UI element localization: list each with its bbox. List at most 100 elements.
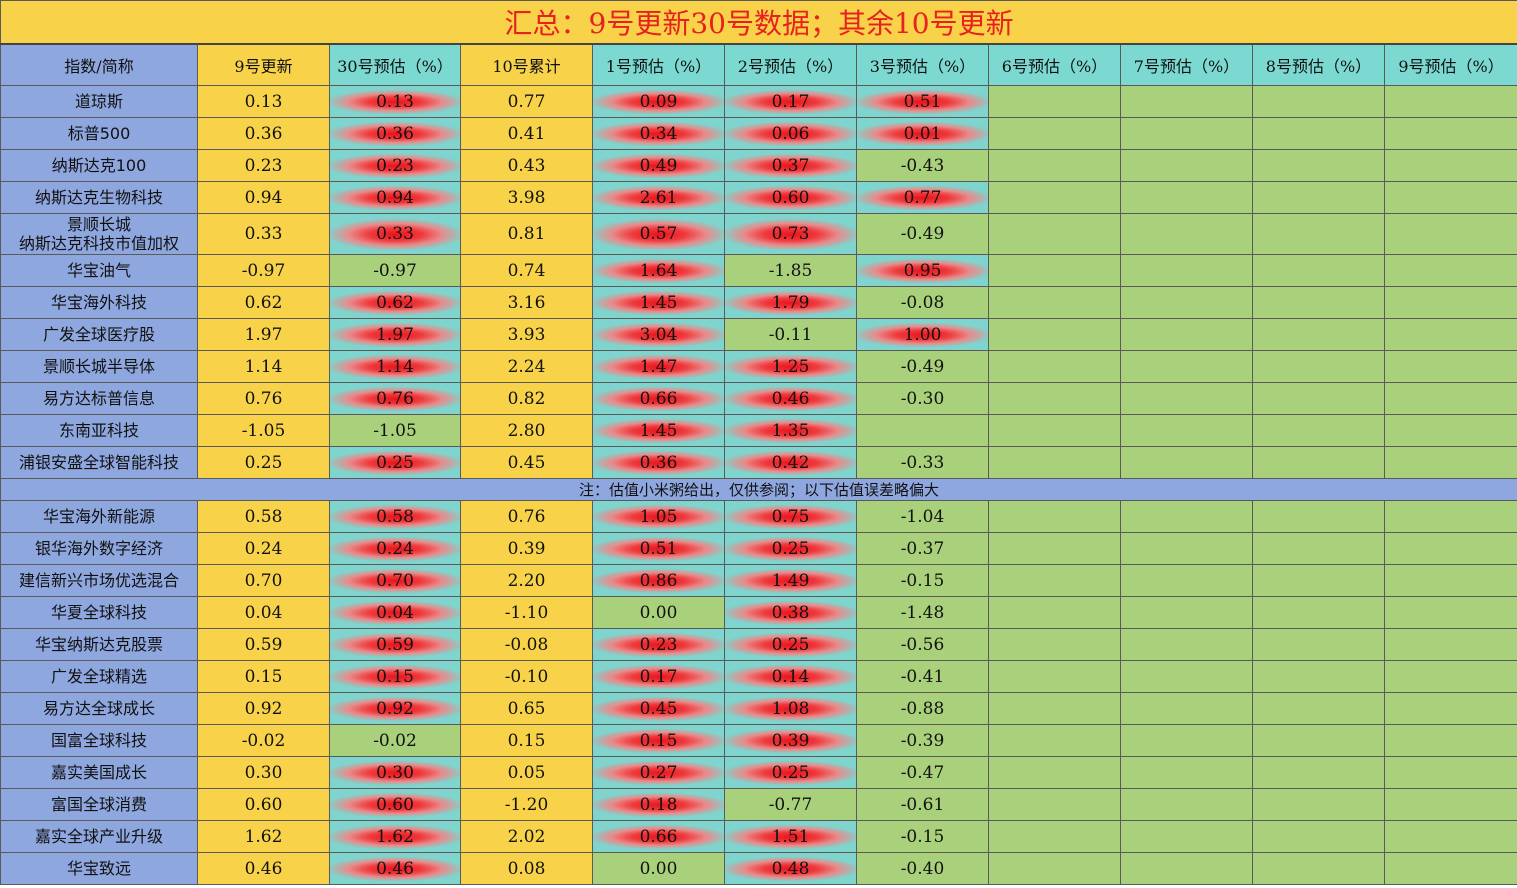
cell-6-estimate [988,117,1121,150]
table-row: 浦银安盛全球智能科技 0.25 0.25 0.45 0.36 0.42 -0.33 [0,446,1517,479]
cell-1-estimate: 0.00 [592,596,725,629]
cell-8-estimate [1252,564,1385,597]
cell-7-estimate [1120,724,1253,757]
table-row: 国富全球科技 -0.02 -0.02 0.15 0.15 0.39 -0.39 [0,724,1517,757]
cell-2-estimate: 0.17 [724,85,857,118]
cell-2-estimate: 1.35 [724,414,857,447]
cell-1-estimate: 2.61 [592,181,725,214]
cell-6-estimate [988,149,1121,182]
table-row: 景顺长城 纳斯达克科技市值加权 0.33 0.33 0.81 0.57 0.73 -0.49 [0,213,1517,255]
cell-3-estimate: 1.00 [856,318,989,351]
fund-name: 标普500 [0,117,198,150]
cell-8-estimate [1252,85,1385,118]
cell-1-estimate: 0.36 [592,446,725,479]
cell-6-estimate [988,564,1121,597]
table-row: 华宝海外科技 0.62 0.62 3.16 1.45 1.79 -0.08 [0,286,1517,319]
cell-10-cumulative: 2.02 [460,820,593,853]
cell-2-estimate: 0.25 [724,756,857,789]
cell-9-update: 0.70 [197,564,330,597]
fund-name: 道琼斯 [0,85,198,118]
cell-30-estimate: 0.13 [329,85,461,118]
cell-8-estimate [1252,382,1385,415]
cell-30-estimate: 1.14 [329,350,461,383]
note-text: 注：估值小米粥给出，仅供参阅；以下估值误差略偏大 [0,478,1517,501]
cell-3-estimate: -0.15 [856,820,989,853]
cell-9-update: 0.30 [197,756,330,789]
cell-6-estimate [988,820,1121,853]
cell-10-cumulative: 3.93 [460,318,593,351]
cell-3-estimate: 0.95 [856,254,989,287]
cell-9-estimate [1383,286,1517,319]
cell-2-estimate: -0.11 [724,318,857,351]
cell-30-estimate: -0.97 [329,254,461,287]
cell-30-estimate: 0.59 [329,628,461,661]
cell-9-estimate [1383,660,1517,693]
cell-6-estimate [988,660,1121,693]
cell-9-estimate [1383,500,1517,533]
cell-30-estimate: 0.23 [329,149,461,182]
cell-10-cumulative: 0.05 [460,756,593,789]
cell-8-estimate [1252,318,1385,351]
cell-1-estimate: 1.45 [592,414,725,447]
cell-9-estimate [1383,820,1517,853]
cell-30-estimate: 0.36 [329,117,461,150]
cell-9-estimate [1383,350,1517,383]
cell-7-estimate [1120,692,1253,725]
cell-9-estimate [1383,532,1517,565]
header-1-estimate: 1号预估（%） [592,43,725,86]
cell-7-estimate [1120,820,1253,853]
cell-2-estimate: 0.25 [724,532,857,565]
cell-2-estimate: 0.39 [724,724,857,757]
cell-6-estimate [988,350,1121,383]
cell-6-estimate [988,254,1121,287]
table-row: 华宝致远 0.46 0.46 0.08 0.00 0.48 -0.40 [0,852,1517,885]
cell-30-estimate: 1.97 [329,318,461,351]
table-row: 华夏全球科技 0.04 0.04 -1.10 0.00 0.38 -1.48 [0,596,1517,629]
cell-7-estimate [1120,213,1253,255]
cell-1-estimate: 0.23 [592,628,725,661]
cell-7-estimate [1120,286,1253,319]
table-row: 华宝油气 -0.97 -0.97 0.74 1.64 -1.85 0.95 [0,254,1517,287]
cell-9-update: 0.13 [197,85,330,118]
cell-7-estimate [1120,85,1253,118]
fund-name: 嘉实美国成长 [0,756,198,789]
cell-30-estimate: 0.92 [329,692,461,725]
cell-30-estimate: -1.05 [329,414,461,447]
table-row: 东南亚科技 -1.05 -1.05 2.80 1.45 1.35 [0,414,1517,447]
cell-8-estimate [1252,724,1385,757]
cell-10-cumulative: 2.80 [460,414,593,447]
cell-9-estimate [1383,628,1517,661]
cell-10-cumulative: 0.74 [460,254,593,287]
cell-9-update: -1.05 [197,414,330,447]
cell-3-estimate: -0.61 [856,788,989,821]
cell-9-estimate [1383,446,1517,479]
cell-9-estimate [1383,414,1517,447]
fund-name: 易方达标普信息 [0,382,198,415]
cell-30-estimate: 0.04 [329,596,461,629]
header-9-estimate: 9号预估（%） [1383,43,1517,86]
cell-6-estimate [988,500,1121,533]
cell-1-estimate: 0.00 [592,852,725,885]
cell-10-cumulative: 0.77 [460,85,593,118]
cell-9-update: 0.15 [197,660,330,693]
cell-3-estimate: -0.49 [856,213,989,255]
cell-9-update: 1.62 [197,820,330,853]
cell-7-estimate [1120,660,1253,693]
table-row: 嘉实美国成长 0.30 0.30 0.05 0.27 0.25 -0.47 [0,756,1517,789]
cell-10-cumulative: -1.10 [460,596,593,629]
cell-2-estimate: 0.42 [724,446,857,479]
cell-10-cumulative: 0.76 [460,500,593,533]
cell-10-cumulative: 2.24 [460,350,593,383]
cell-7-estimate [1120,117,1253,150]
cell-10-cumulative: 0.08 [460,852,593,885]
cell-2-estimate: 0.73 [724,213,857,255]
cell-2-estimate: 0.46 [724,382,857,415]
cell-8-estimate [1252,692,1385,725]
cell-8-estimate [1252,446,1385,479]
cell-9-update: 0.76 [197,382,330,415]
cell-7-estimate [1120,318,1253,351]
cell-8-estimate [1252,254,1385,287]
cell-10-cumulative: -0.10 [460,660,593,693]
cell-9-update: -0.97 [197,254,330,287]
cell-3-estimate: 0.51 [856,85,989,118]
